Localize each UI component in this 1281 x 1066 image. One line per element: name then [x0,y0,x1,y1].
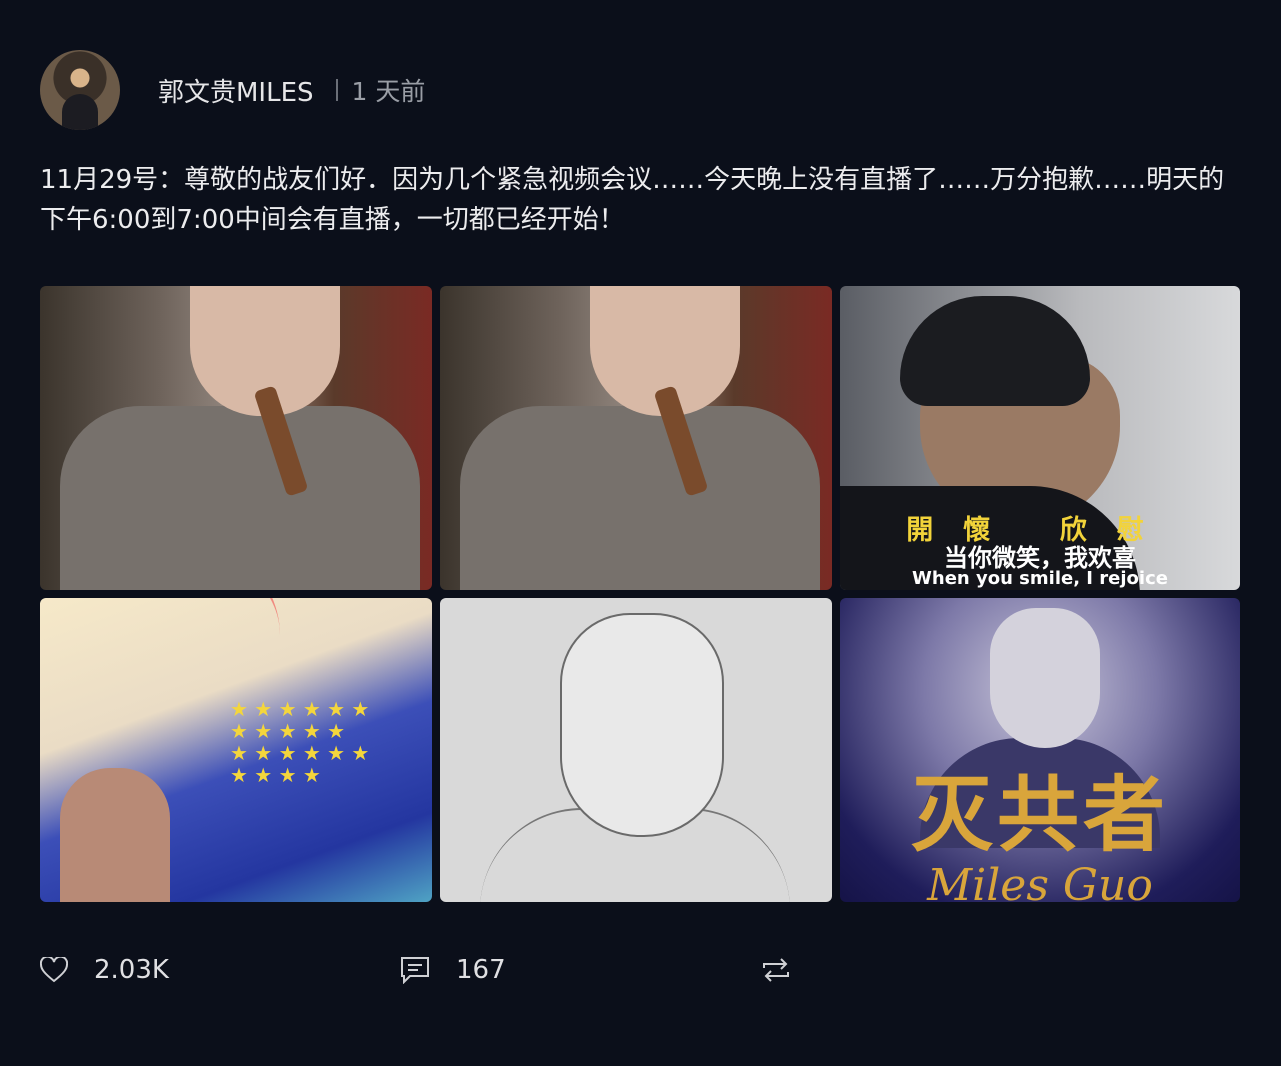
image-grid: 開懷 欣慰 当你微笑，我欢喜 When you smile, I rejoice… [40,286,1240,902]
image-5[interactable] [440,598,832,902]
image-6-title: 灭共者 [910,768,1169,863]
post-time: 1 天前 [351,77,426,106]
post-card: 郭文贵MILES 1 天前 11月29号：尊敬的战友们好．因为几个紧急视频会议…… [0,0,1281,1066]
image-6-signature: Miles Guo [927,860,1153,902]
like-count: 2.03K [94,955,169,985]
post-text: 11月29号：尊敬的战友们好．因为几个紧急视频会议……今天晚上没有直播了……万分… [40,165,1225,235]
repost-icon [763,958,789,982]
image-4[interactable]: ★ ★ ★ ★ ★ ★ ★ ★ ★ ★ ★ ★ ★ ★ ★ ★ ★ ★ ★ ★ ★ [40,598,432,902]
comment-count: 167 [456,955,506,985]
image-1[interactable] [40,286,432,590]
heart-icon [40,957,68,983]
image-2[interactable] [440,286,832,590]
image-3[interactable]: 開懷 欣慰 当你微笑，我欢喜 When you smile, I rejoice [840,286,1240,590]
post-header: 郭文贵MILES 1 天前 [40,50,425,130]
image-3-caption-en: When you smile, I rejoice [912,568,1168,589]
comment-icon [401,957,429,984]
like-button[interactable]: 2.03K [40,955,400,985]
image-6[interactable]: 灭共者 Miles Guo [840,598,1240,902]
repost-button[interactable] [760,957,792,983]
comment-button[interactable]: 167 [400,955,760,985]
avatar[interactable] [40,50,120,130]
author-name[interactable]: 郭文贵MILES [158,72,314,109]
divider [335,79,338,101]
action-bar: 2.03K 167 [40,955,792,985]
